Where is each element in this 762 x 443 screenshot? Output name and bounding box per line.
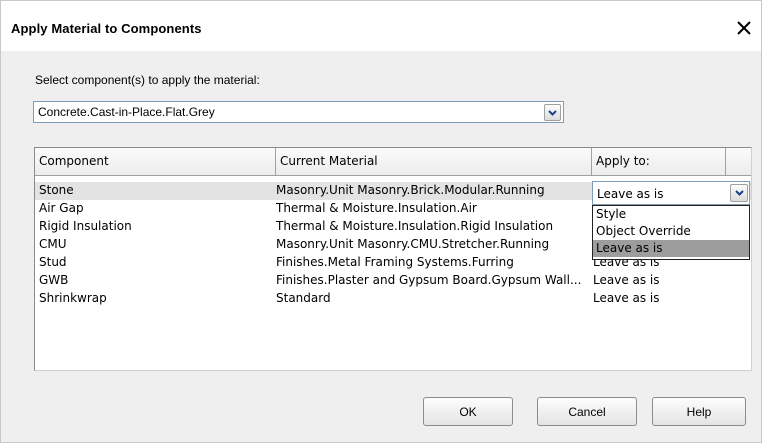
cell-material: Standard <box>276 291 331 305</box>
table-row[interactable]: GWB Finishes.Plaster and Gypsum Board.Gy… <box>35 272 751 290</box>
ok-button[interactable]: OK <box>423 397 513 426</box>
cell-component: Shrinkwrap <box>39 291 107 305</box>
cell-material: Thermal & Moisture.Insulation.Rigid Insu… <box>276 219 554 233</box>
cell-component: Stud <box>39 255 67 269</box>
components-table: Component Current Material Apply to: Sto… <box>34 147 752 371</box>
cell-material: Thermal & Moisture.Insulation.Air <box>276 201 477 215</box>
cell-apply-to[interactable]: Leave as is <box>593 291 723 305</box>
dropdown-option-leave-as-is[interactable]: Leave as is <box>593 240 749 257</box>
material-select-arrow-button[interactable] <box>544 104 561 121</box>
apply-to-select-value: Leave as is <box>597 187 664 201</box>
dropdown-option-style[interactable]: Style <box>593 206 749 223</box>
help-button[interactable]: Help <box>652 397 746 426</box>
cell-component: Stone <box>39 183 74 197</box>
cell-component: CMU <box>39 237 67 251</box>
column-header-component[interactable]: Component <box>35 148 276 176</box>
cell-material: Finishes.Metal Framing Systems.Furring <box>276 255 514 269</box>
chevron-down-icon <box>734 190 744 196</box>
select-components-label: Select component(s) to apply the materia… <box>35 73 260 87</box>
title-bar: Apply Material to Components <box>1 1 761 51</box>
cell-component: GWB <box>39 273 69 287</box>
column-header-filler <box>726 148 751 176</box>
column-header-apply-to[interactable]: Apply to: <box>592 148 726 176</box>
cell-component: Rigid Insulation <box>39 219 132 233</box>
cell-material: Masonry.Unit Masonry.Brick.Modular.Runni… <box>276 183 545 197</box>
cancel-button[interactable]: Cancel <box>537 397 637 426</box>
apply-to-select[interactable]: Leave as is <box>592 181 750 205</box>
table-row[interactable]: Shrinkwrap Standard Leave as is <box>35 290 751 308</box>
material-select[interactable]: Concrete.Cast-in-Place.Flat.Grey <box>33 101 564 123</box>
column-header-current-material[interactable]: Current Material <box>276 148 592 176</box>
dropdown-option-object-override[interactable]: Object Override <box>593 223 749 240</box>
chevron-down-icon <box>548 109 557 116</box>
cell-material: Masonry.Unit Masonry.CMU.Stretcher.Runni… <box>276 237 550 251</box>
apply-material-dialog: Apply Material to Components Select comp… <box>0 0 762 443</box>
close-button[interactable] <box>731 15 757 41</box>
cell-component: Air Gap <box>39 201 84 215</box>
dialog-title: Apply Material to Components <box>11 21 202 36</box>
apply-to-select-arrow-button[interactable] <box>730 184 748 202</box>
close-icon <box>737 21 751 35</box>
apply-to-dropdown-list: Style Object Override Leave as is <box>592 205 750 260</box>
material-select-value: Concrete.Cast-in-Place.Flat.Grey <box>38 105 215 119</box>
cell-apply-to[interactable]: Leave as is <box>593 273 723 287</box>
cell-material: Finishes.Plaster and Gypsum Board.Gypsum… <box>276 273 582 287</box>
